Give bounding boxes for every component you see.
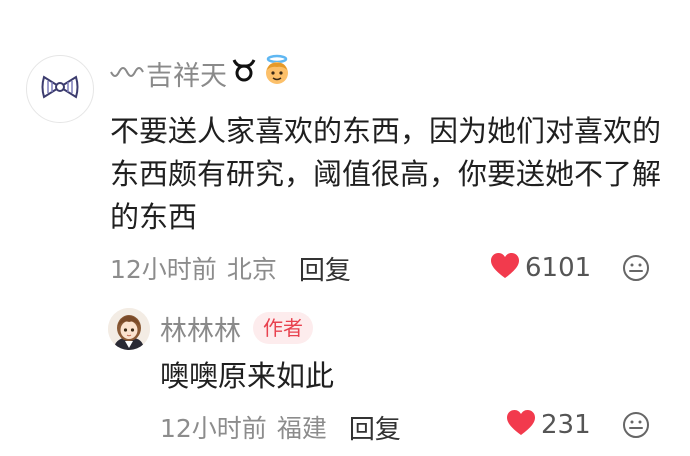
reply-location: 福建: [276, 414, 327, 443]
heart-icon: [491, 253, 519, 283]
bow-icon: [40, 72, 80, 106]
reply-like-button[interactable]: 231: [507, 407, 591, 443]
reply-username-text: 林林林: [160, 315, 241, 347]
comment-text: 不要送人家喜欢的东西，因为她们对喜欢的东西颇有研究，阈值很高，你要送她不了解的东…: [110, 114, 662, 234]
comment-time: 12小时前: [110, 255, 217, 284]
angel-emoji-icon: [261, 54, 293, 93]
taurus-symbol-icon: [231, 57, 257, 90]
anime-girl-avatar: [108, 308, 150, 350]
reply-time: 12小时前: [160, 414, 267, 443]
reply-username[interactable]: 林林林 作者: [160, 310, 313, 347]
heart-icon: [507, 410, 535, 440]
like-button[interactable]: 6101: [491, 250, 591, 286]
reply-text: 噢噢原来如此: [160, 359, 335, 393]
reply-reply-button[interactable]: 回复: [349, 409, 401, 446]
reply-meta: 12小时前 福建 回复: [160, 409, 401, 445]
commenter-avatar[interactable]: [26, 55, 94, 123]
reply-avatar[interactable]: [108, 308, 150, 350]
comment-location: 北京: [226, 255, 277, 284]
username-text: 吉祥天: [146, 60, 227, 92]
reply-button[interactable]: 回复: [299, 250, 351, 287]
reply-like-count: 231: [541, 410, 591, 440]
author-badge: 作者: [253, 312, 313, 344]
like-count: 6101: [525, 253, 592, 283]
comment-meta: 12小时前 北京 回复: [110, 250, 351, 286]
commenter-username[interactable]: 吉祥天: [110, 54, 293, 93]
emoji-face-icon[interactable]: [622, 254, 650, 282]
emoji-face-icon[interactable]: [622, 411, 650, 439]
wavy-line-icon: [110, 58, 144, 89]
